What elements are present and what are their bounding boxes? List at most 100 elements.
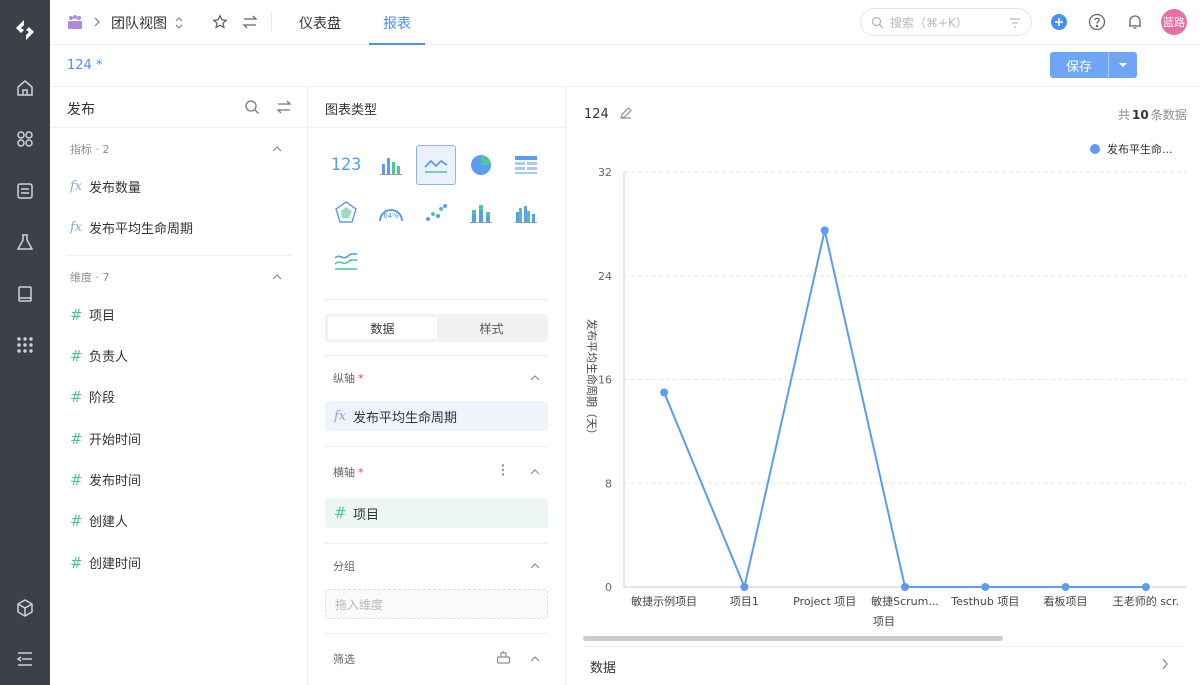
x-tick-label: 敏捷示例项目 <box>631 594 697 608</box>
help-icon[interactable] <box>1088 13 1106 31</box>
star-icon[interactable] <box>212 14 228 30</box>
x-tick-label: 王老师的 scr. <box>1113 594 1179 608</box>
dimension-field[interactable]: # 阶段 <box>70 387 115 407</box>
app-sidebar <box>0 0 50 685</box>
dimension-field[interactable]: # 创建人 <box>70 511 128 531</box>
home-icon[interactable] <box>13 76 37 100</box>
search-icon <box>871 16 884 28</box>
dimensions-header: 维度 · 7 <box>70 271 110 284</box>
y-axis-field[interactable]: fx 发布平均生命周期 <box>325 401 548 431</box>
required-mark: * <box>358 372 364 385</box>
chart-type-stacked-bar[interactable] <box>461 193 501 233</box>
switch-icon[interactable] <box>242 14 258 30</box>
bar-chart-icon <box>380 158 402 175</box>
dimension-field[interactable]: # 负责人 <box>70 346 128 366</box>
breadcrumb-chevron-icon <box>92 16 102 28</box>
dimension-field[interactable]: # 创建时间 <box>70 553 142 573</box>
tab-reports[interactable]: 报表 <box>369 0 425 45</box>
cube-icon[interactable] <box>13 596 37 620</box>
required-mark: * <box>358 466 364 479</box>
filter-icon[interactable] <box>1009 18 1021 28</box>
tab-dashboard-label: 仪表盘 <box>299 15 341 32</box>
flask-icon[interactable] <box>13 230 37 254</box>
dimension-label: 开始时间 <box>89 433 142 448</box>
x-axis-field[interactable]: # 项目 <box>325 498 548 528</box>
apps-icon[interactable] <box>13 127 37 151</box>
collapse-group-icon[interactable] <box>530 561 540 571</box>
add-icon[interactable] <box>1050 13 1068 31</box>
y-axis-label: 纵轴 * <box>333 370 364 386</box>
chart-horizontal-scrollbar[interactable] <box>583 636 1003 641</box>
number-chart-icon: 123 <box>330 155 362 175</box>
tab-style[interactable]: 样式 <box>437 317 546 339</box>
section-divider <box>325 543 548 544</box>
bell-icon[interactable] <box>1126 13 1144 31</box>
formula-icon: fx <box>70 220 83 235</box>
pie-chart-icon <box>471 155 491 175</box>
fields-panel: 发布 指标 · 2 fx 发布数量 fx 发布平均生命周期 维度 · 7 # 项目 #… <box>50 87 308 685</box>
collapse-filter-icon[interactable] <box>530 654 540 664</box>
save-label: 保存 <box>1065 59 1092 75</box>
x-axis-label: 横轴 * <box>333 464 364 480</box>
search-placeholder: 搜索（⌘+K） <box>890 15 968 30</box>
user-avatar[interactable]: 蓝路 <box>1161 9 1187 35</box>
y-tick-label: 32 <box>598 166 612 179</box>
data-section-toggle[interactable]: 数据 <box>583 646 1183 682</box>
dimension-hash-icon: # <box>70 346 83 365</box>
collapse-y-axis-icon[interactable] <box>530 373 540 383</box>
dimension-field[interactable]: # 项目 <box>70 305 115 325</box>
panel-divider <box>50 127 307 128</box>
chart-type-pie[interactable] <box>461 145 501 185</box>
dimension-label: 发布时间 <box>89 474 142 489</box>
chart-type-gauge[interactable]: 64% <box>371 193 411 233</box>
field-search-icon[interactable] <box>244 99 260 115</box>
dimension-field[interactable]: # 开始时间 <box>70 429 142 449</box>
search-input[interactable]: 搜索（⌘+K） <box>860 8 1032 36</box>
x-tick-label: 敏捷Scrum... <box>871 594 939 608</box>
dimension-hash-icon: # <box>70 305 83 324</box>
section-divider <box>325 446 548 447</box>
collapse-sidebar-icon[interactable] <box>13 647 37 671</box>
formula-icon: fx <box>70 179 83 194</box>
task-list-icon[interactable] <box>13 179 37 203</box>
chart-type-grouped-bar[interactable] <box>506 193 546 233</box>
tab-dashboard[interactable]: 仪表盘 <box>299 0 341 45</box>
section-divider <box>67 255 291 256</box>
x-axis-value: 项目 <box>353 507 380 523</box>
chart-type-radar[interactable] <box>326 193 366 233</box>
x-axis-title: 项目 <box>873 615 895 628</box>
collapse-dimensions-icon[interactable] <box>272 272 282 282</box>
save-dropdown-icon[interactable] <box>1109 62 1137 68</box>
chart-type-scatter[interactable] <box>416 193 456 233</box>
y-tick-label: 0 <box>605 581 612 594</box>
x-tick-label: Testhub 项目 <box>950 595 1019 608</box>
app-logo-icon[interactable] <box>13 18 37 42</box>
tab-data[interactable]: 数据 <box>328 317 437 339</box>
book-icon[interactable] <box>13 282 37 306</box>
report-header-bar: 124 * 返回 <box>50 45 1200 87</box>
collapse-x-axis-icon[interactable] <box>530 467 540 477</box>
save-button[interactable]: 保存 <box>1050 52 1137 78</box>
chart-type-area[interactable] <box>326 241 366 281</box>
collapse-metrics-icon[interactable] <box>272 144 282 154</box>
count-value: 10 <box>1132 108 1149 122</box>
chart-type-bar[interactable] <box>371 145 411 185</box>
metric-field[interactable]: fx 发布数量 <box>70 177 141 196</box>
edit-icon[interactable] <box>619 106 633 120</box>
more-options-icon[interactable] <box>500 463 506 477</box>
group-drop-zone[interactable]: 拖入维度 <box>325 589 548 619</box>
metric-field[interactable]: fx 发布平均生命周期 <box>70 218 193 237</box>
dimension-field[interactable]: # 发布时间 <box>70 470 142 490</box>
panel-divider <box>308 127 566 128</box>
grid-menu-icon[interactable] <box>13 333 37 357</box>
filter-settings-icon[interactable] <box>496 650 511 664</box>
report-name[interactable]: 124 * <box>67 58 102 73</box>
workspace-label: 团队视图 <box>111 16 167 32</box>
chart-type-number[interactable]: 123 <box>326 145 366 185</box>
chart-type-line[interactable] <box>416 145 456 185</box>
field-switch-icon[interactable] <box>276 99 292 115</box>
dimension-label: 创建时间 <box>89 557 142 572</box>
chart-type-table[interactable] <box>506 145 546 185</box>
workspace-selector[interactable]: 团队视图 <box>111 13 185 33</box>
data-point <box>981 583 990 591</box>
